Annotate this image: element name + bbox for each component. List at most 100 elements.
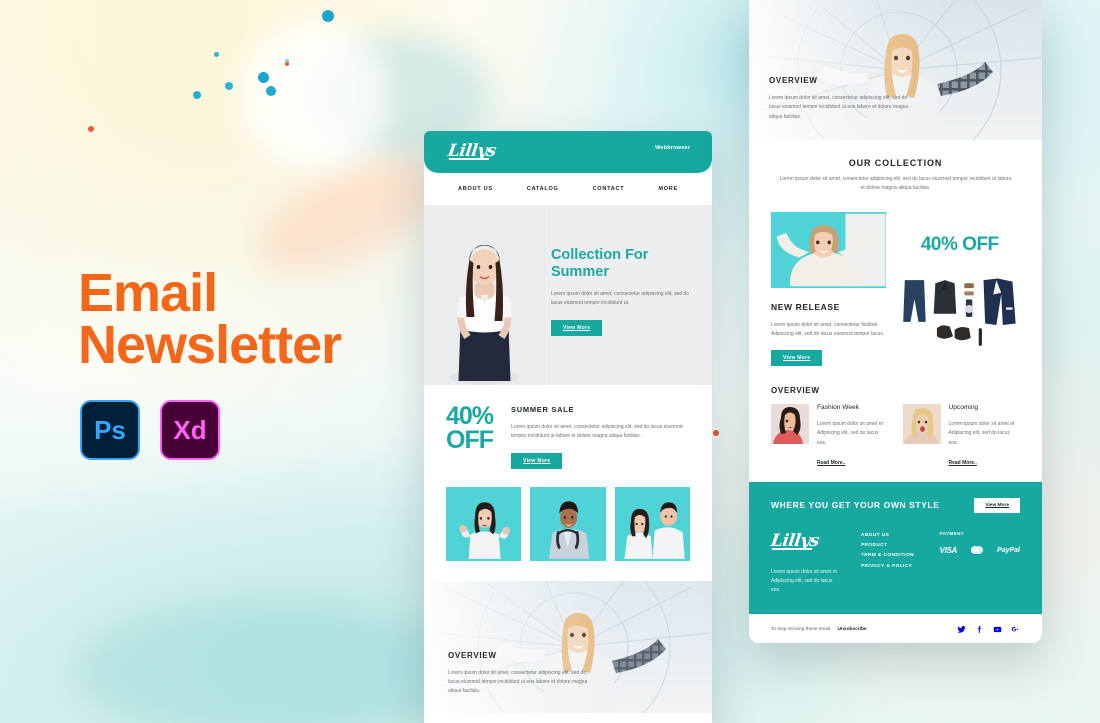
sale-percent: 40% OFF — [446, 404, 494, 454]
new-release-right: 40% OFF — [899, 212, 1020, 367]
bg-dot — [285, 62, 289, 66]
overview-card-title: Fashion Week — [817, 404, 860, 411]
footer-view-more-button[interactable]: View More — [974, 497, 1020, 513]
bg-dot — [88, 126, 94, 132]
gallery-item-couple[interactable] — [614, 486, 690, 561]
unsubscribe-bar: To stop reciving these email. Unsubscribe — [749, 613, 1042, 643]
footer-brand-column: Lillys Lorem ipsum dolor sit amet et Adi… — [770, 531, 843, 596]
gallery-row — [424, 483, 712, 581]
overview-caption-right: OVERVIEW Lorem ipsum dolor sit amet, con… — [769, 76, 914, 122]
overview-photo-band-right: OVERVIEW Lorem ipsum dolor sit amet, con… — [749, 0, 1042, 140]
nav-item-contact[interactable]: CONTACT — [593, 186, 625, 192]
overview-card[interactable]: Fashion Week Lorem ipsum dolor sit amet … — [771, 404, 889, 466]
brand-logo[interactable]: Lillys — [447, 141, 498, 161]
overview-card[interactable]: Upcoming Lorem ipsum dolor sit amet et A… — [902, 404, 1021, 466]
overview-top-body: Lorem ipsum dolor sit amet, consectetur … — [769, 95, 909, 120]
overview-card-list: Fashion Week Lorem ipsum dolor sit amet … — [771, 404, 1020, 466]
overview-card-title: Upcoming — [948, 404, 979, 411]
app-icons: Ps Xd — [80, 400, 220, 460]
hero-model-photo — [424, 205, 545, 385]
footer-link-privacy-policy[interactable]: PRIVACY & POLICY — [861, 562, 922, 572]
summer-sale-section: 40% OFF SUMMER SALE Lorem ipsum dolor si… — [424, 385, 712, 483]
overview-heading: OVERVIEW — [448, 650, 497, 660]
footer-brand-body: Lorem ipsum dolor sit amet et Adipiscing… — [771, 568, 837, 594]
hero-copy: Collection For Summer Lorem ipsum dolor … — [545, 205, 712, 385]
hero-heading: Collection For Summer — [550, 247, 649, 281]
photoshop-icon: Ps — [80, 400, 140, 460]
sale-body-text: Lorem ipsum dolor sit amet, consectetur … — [511, 424, 683, 440]
nav-item-more[interactable]: MORE — [658, 186, 678, 192]
our-collection-section: OUR COLLECTION Lorem ipsum dolor sit ame… — [749, 140, 1042, 208]
bg-swirl-white — [240, 20, 390, 170]
promo-title-line1: Email — [78, 263, 218, 323]
webbrowser-link[interactable]: Webbrowser — [655, 145, 690, 151]
sale-heading: SUMMER SALE — [511, 405, 575, 414]
bg-dot — [193, 91, 201, 99]
gallery-item-man-headphones[interactable] — [530, 486, 606, 561]
bg-dot — [258, 72, 269, 83]
sale-view-more-button[interactable]: View More — [511, 452, 563, 469]
overview-card-body: Upcoming Lorem ipsum dolor sit amet et A… — [949, 404, 1021, 466]
hero-body: Lorem ipsum dolor sit amet, consectetur … — [550, 291, 690, 307]
new-release-section: NEW RELEASE Lorem ipsum dolor sit amet, … — [749, 208, 1042, 373]
email-mockup-left: Lillys Webbrowser ABOUT US CATALOG CONTA… — [424, 131, 712, 723]
nav-item-catalog[interactable]: CATALOG — [527, 186, 559, 192]
footer-tagline: WHERE YOU GET YOUR OWN STYLE — [771, 500, 940, 511]
overview-card-body: Fashion Week Lorem ipsum dolor sit amet … — [817, 404, 889, 466]
social-links — [957, 625, 1020, 634]
email-footer: WHERE YOU GET YOUR OWN STYLE View More L… — [749, 481, 1042, 614]
footer-link-product[interactable]: PRODUCT — [861, 541, 922, 551]
footer-columns: Lillys Lorem ipsum dolor sit amet et Adi… — [770, 531, 1020, 596]
paypal-icon: PayPal — [997, 546, 1020, 554]
read-more-link[interactable]: Read More.. — [817, 460, 889, 466]
unsubscribe-link[interactable]: Unsubscribe — [838, 627, 867, 632]
relaxing-woman-photo — [771, 211, 886, 288]
footer-brand-logo[interactable]: Lillys — [770, 531, 821, 551]
sale-copy: SUMMER SALE Lorem ipsum dolor sit amet, … — [511, 405, 690, 469]
overview-top-heading: OVERVIEW — [769, 76, 818, 85]
collection-heading: OUR COLLECTION — [848, 158, 943, 168]
overview-cards-section: OVERVIEW Fashion Week Lorem ipsum dolor … — [749, 372, 1042, 482]
bg-swirl-teal-bottom — [80, 600, 460, 723]
read-more-link[interactable]: Read More.. — [949, 460, 1021, 466]
footer-links-column: ABOUT US PRODUCT TERM & CONDITION PRIVAC… — [861, 531, 922, 596]
twitter-icon[interactable] — [957, 625, 966, 634]
mastercard-icon — [971, 546, 984, 555]
overview-caption-left: OVERVIEW Lorem ipsum dolor sit amet, con… — [448, 651, 598, 697]
footer-payment-column: PAYMENT VISA PayPal — [940, 531, 1020, 596]
promo-title-line2: Newsletter — [78, 314, 342, 375]
footer-link-about-us[interactable]: ABOUT US — [861, 531, 922, 541]
release-heading: NEW RELEASE — [771, 301, 840, 312]
bg-dot — [713, 430, 719, 436]
sale-percent-suffix: OFF — [446, 425, 494, 454]
googleplus-icon[interactable] — [1011, 625, 1020, 634]
overview-body: Lorem ipsum dolor sit amet, consectetur … — [448, 669, 588, 695]
new-release-left: NEW RELEASE Lorem ipsum dolor sit amet, … — [771, 211, 886, 366]
payment-label: PAYMENT — [939, 530, 965, 536]
flatlay-outfit-photo — [899, 272, 1020, 354]
gallery-item-woman-dancing[interactable] — [446, 486, 522, 561]
bg-dot — [266, 86, 276, 96]
overview-cards-heading: OVERVIEW — [771, 386, 820, 395]
bg-dot — [322, 10, 334, 22]
nav-item-about-us[interactable]: ABOUT US — [458, 186, 493, 192]
overview-photo-band-left: OVERVIEW Lorem ipsum dolor sit amet, con… — [424, 580, 712, 713]
fashion-week-thumbnail — [771, 404, 809, 444]
xd-icon-label: Xd — [173, 414, 207, 445]
bg-dot — [214, 52, 219, 57]
unsubscribe-text-wrap: To stop reciving these email. Unsubscribe — [771, 627, 867, 632]
hero-view-more-button[interactable]: View More — [550, 319, 603, 336]
payment-icons: VISA PayPal — [940, 546, 1020, 555]
unsubscribe-text: To stop reciving these email. — [771, 626, 832, 632]
photoshop-icon-label: Ps — [94, 414, 126, 445]
facebook-icon[interactable] — [975, 625, 984, 634]
youtube-icon[interactable] — [993, 625, 1002, 634]
overview-card-text: Lorem ipsum dolor sit amet et Adipiscing… — [817, 421, 883, 446]
mockup-left-topbar: Lillys Webbrowser — [424, 131, 712, 173]
upcoming-thumbnail — [902, 404, 941, 444]
visa-icon: VISA — [939, 545, 958, 555]
footer-link-term-condition[interactable]: TERM & CONDITION — [861, 551, 922, 561]
overview-card-text: Lorem ipsum dolor sit amet et Adipiscing… — [948, 421, 1015, 446]
release-view-more-button[interactable]: View More — [771, 350, 823, 366]
promo-title: Email Newsletter — [78, 263, 342, 375]
